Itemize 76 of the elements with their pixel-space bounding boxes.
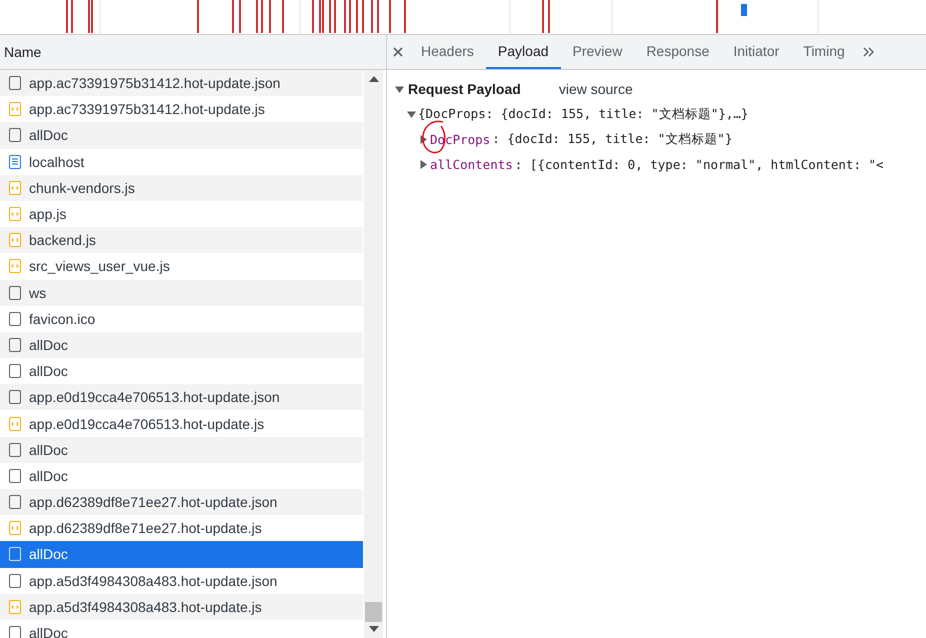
file-icon [9,128,21,142]
scrollbar[interactable] [364,70,383,638]
request-row[interactable]: app.a5d3f4984308a483.hot-update.js [0,594,363,620]
request-row[interactable]: allDoc [0,436,363,463]
request-name: app.e0d19cca4e706513.hot-update.js [29,416,264,432]
request-row[interactable]: app.d62389df8e71ee27.hot-update.json [0,489,363,516]
request-name: backend.js [29,232,96,248]
scroll-thumb[interactable] [365,602,382,622]
tab[interactable]: Payload [486,35,561,69]
file-icon [9,626,21,638]
request-row[interactable]: app.e0d19cca4e706513.hot-update.json [0,384,363,410]
request-name: app.a5d3f4984308a483.hot-update.json [29,572,278,589]
property-key[interactable]: allContents [430,157,513,172]
request-name: allDoc [29,468,68,484]
property-value: : [{contentId: 0, type: "normal", htmlContent: "< [514,157,884,172]
file-icon [9,76,21,90]
file-icon [9,495,21,510]
request-row[interactable]: ws [0,280,363,306]
script-file-icon [9,521,21,536]
collapsed-triangle-icon[interactable] [419,160,428,169]
request-name: allDoc [29,625,68,638]
request-row[interactable]: allDoc [0,122,363,149]
request-name: app.ac73391975b31412.hot-update.json [29,75,280,92]
request-name: allDoc [29,363,68,380]
request-name: app.a5d3f4984308a483.hot-update.js [29,598,262,615]
request-name: app.d62389df8e71ee27.hot-update.js [29,520,262,536]
file-icon [9,338,21,352]
file-icon [9,547,21,562]
script-file-icon [9,233,21,248]
scroll-up-icon[interactable] [368,76,378,82]
file-icon [9,286,21,300]
tab[interactable]: Initiator [721,35,792,69]
request-name: chunk-vendors.js [29,180,135,196]
request-name: localhost [29,154,84,170]
tab[interactable]: Timing [791,35,857,69]
script-file-icon [9,207,21,222]
file-icon [9,312,21,326]
request-name: app.d62389df8e71ee27.hot-update.json [29,494,278,510]
name-column-header[interactable]: Name [0,35,386,70]
request-name: ws [29,284,46,301]
script-file-icon [9,180,21,195]
section-title[interactable]: Request Payload [408,81,521,97]
expanded-triangle-icon[interactable] [395,84,404,94]
tab[interactable]: Preview [560,35,634,69]
file-icon [9,364,21,378]
request-name: app.ac73391975b31412.hot-update.js [29,101,265,118]
request-name: allDoc [29,336,68,353]
script-file-icon [9,102,21,116]
scroll-down-icon[interactable] [368,626,378,632]
expanded-triangle-icon[interactable] [407,110,416,119]
tab[interactable]: Headers [409,35,486,69]
file-icon [9,390,21,404]
request-name: allDoc [29,442,68,458]
request-row[interactable]: backend.js [0,227,363,254]
request-name: favicon.ico [29,310,96,327]
request-row[interactable]: chunk-vendors.js [0,174,363,201]
script-file-icon [9,600,21,614]
request-name: app.e0d19cca4e706513.hot-update.json [29,389,280,406]
payload-summary[interactable]: {DocProps: {docId: 155, title: "文档标题"},…} [418,106,748,123]
tab[interactable]: Response [634,35,722,69]
property-value: : {docId: 155, title: "文档标题"} [492,131,732,148]
request-name: allDoc [29,546,68,562]
request-row[interactable]: allDoc [0,332,363,358]
request-name: app.js [29,206,66,222]
view-source-link[interactable]: view source [558,81,633,97]
file-icon [9,442,21,457]
file-icon [9,574,21,588]
document-file-icon [9,154,21,169]
script-file-icon [9,259,21,274]
request-name: allDoc [29,127,68,144]
request-row[interactable]: app.ac73391975b31412.hot-update.json [0,70,363,96]
script-file-icon [9,416,21,431]
collapsed-triangle-icon[interactable] [419,135,428,144]
request-row[interactable]: allDoc [0,541,363,568]
file-icon [9,468,21,483]
request-name: src_views_user_vue.js [29,258,170,274]
